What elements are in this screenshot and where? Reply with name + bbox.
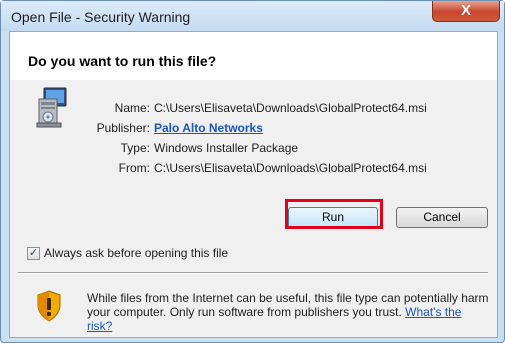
run-button[interactable]: Run: [288, 207, 378, 228]
divider: [18, 272, 488, 274]
dialog-heading: Do you want to run this file?: [28, 53, 217, 69]
always-ask-label[interactable]: Always ask before opening this file: [44, 246, 228, 260]
publisher-label: Publisher:: [96, 121, 150, 135]
always-ask-checkbox[interactable]: ✓: [27, 247, 40, 260]
type-value: Windows Installer Package: [154, 141, 299, 155]
security-warning-dialog: Open File - Security Warning X Do you wa…: [0, 0, 505, 343]
warning-message: While files from the Internet can be use…: [87, 291, 489, 333]
name-value: C:\Users\Elisaveta\Downloads\GlobalProte…: [154, 101, 427, 115]
title-bar[interactable]: Open File - Security Warning X: [1, 1, 504, 31]
close-button[interactable]: X: [432, 1, 500, 22]
name-label: Name:: [114, 101, 150, 115]
from-value: C:\Users\Elisaveta\Downloads\GlobalProte…: [154, 161, 427, 175]
cancel-button[interactable]: Cancel: [396, 207, 488, 228]
security-shield-icon: [37, 290, 61, 322]
window-title: Open File - Security Warning: [11, 9, 191, 25]
publisher-link[interactable]: Palo Alto Networks: [154, 121, 263, 135]
from-label: From:: [118, 161, 150, 175]
heading-area: Do you want to run this file?: [10, 32, 497, 80]
dialog-body: Do you want to run this file? Name: C:\U…: [9, 31, 498, 338]
type-label: Type:: [120, 141, 150, 155]
